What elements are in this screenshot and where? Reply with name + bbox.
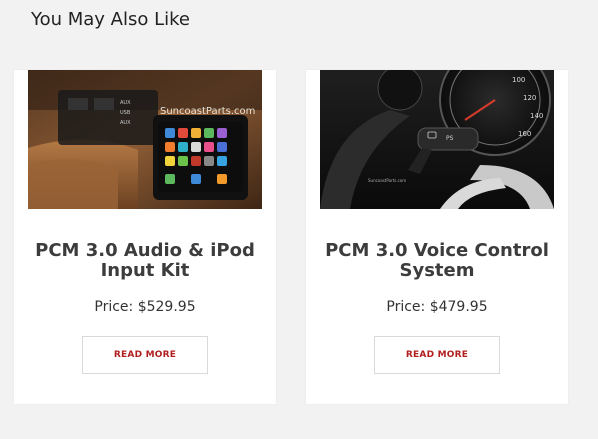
steering-stalk-photo: 100 120 140 160 PS SuncoastParts.com bbox=[320, 70, 554, 209]
product-image[interactable]: AUX USB AUX SuncoastParts.com bbox=[28, 70, 262, 209]
svg-text:140: 140 bbox=[530, 112, 543, 120]
read-more-button[interactable]: READ MORE bbox=[82, 336, 208, 374]
console-label: AUX bbox=[120, 100, 131, 106]
image-watermark: SuncoastParts.com bbox=[160, 106, 255, 117]
svg-text:120: 120 bbox=[523, 94, 536, 102]
section-title: You May Also Like bbox=[31, 9, 190, 30]
image-watermark: SuncoastParts.com bbox=[368, 178, 406, 183]
product-card: 100 120 140 160 PS SuncoastParts.com PCM… bbox=[306, 70, 568, 404]
console-label: AUX bbox=[120, 120, 131, 126]
product-card: AUX USB AUX SuncoastParts.com PCM 3.0 Au… bbox=[14, 70, 276, 404]
console-label: USB bbox=[120, 110, 131, 116]
product-title[interactable]: PCM 3.0 Audio & iPod Input Kit bbox=[14, 241, 276, 281]
product-image[interactable]: 100 120 140 160 PS SuncoastParts.com bbox=[320, 70, 554, 209]
stalk-label: PS bbox=[446, 135, 454, 142]
svg-text:160: 160 bbox=[518, 130, 531, 138]
svg-text:100: 100 bbox=[512, 76, 525, 84]
ipod-console-photo: AUX USB AUX SuncoastParts.com bbox=[28, 70, 262, 209]
product-price: Price: $529.95 bbox=[94, 299, 196, 315]
product-price: Price: $479.95 bbox=[386, 299, 488, 315]
product-title[interactable]: PCM 3.0 Voice Control System bbox=[306, 241, 568, 281]
read-more-button[interactable]: READ MORE bbox=[374, 336, 500, 374]
